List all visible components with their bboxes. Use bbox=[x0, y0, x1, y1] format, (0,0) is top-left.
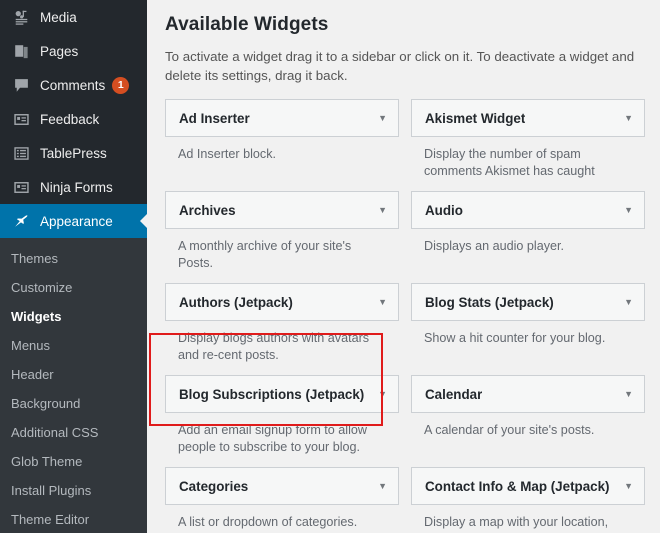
sidebar-item-label: Media bbox=[40, 9, 77, 25]
widget-card-calendar[interactable]: Calendar ▼ A calendar of your site's pos… bbox=[411, 375, 645, 456]
widget-header[interactable]: Ad Inserter ▼ bbox=[165, 99, 399, 137]
sidebar-item-media[interactable]: Media bbox=[0, 0, 147, 34]
sidebar-subitem-theme-editor[interactable]: Theme Editor bbox=[0, 505, 147, 533]
widget-description: Display blogs authors with avatars and r… bbox=[178, 331, 370, 362]
widget-card-blog-subscriptions-jetpack[interactable]: Blog Subscriptions (Jetpack) ▼ Add an em… bbox=[165, 375, 399, 456]
widget-card-archives[interactable]: Archives ▼ A monthly archive of your sit… bbox=[165, 191, 399, 272]
tablepress-icon bbox=[11, 143, 31, 163]
widget-card-authors-jetpack[interactable]: Authors (Jetpack) ▼ Display blogs author… bbox=[165, 283, 399, 364]
widget-description: Displays an audio player. bbox=[424, 239, 565, 253]
chevron-down-icon[interactable]: ▼ bbox=[624, 389, 633, 399]
wordpress-admin-screen: Media Pages Comments 1 Feedback TablePre… bbox=[0, 0, 660, 533]
widget-title: Akismet Widget bbox=[425, 110, 526, 126]
chevron-down-icon[interactable]: ▼ bbox=[624, 205, 633, 215]
widget-title: Contact Info & Map (Jetpack) bbox=[425, 478, 610, 494]
widget-header[interactable]: Authors (Jetpack) ▼ bbox=[165, 283, 399, 321]
widget-card-contact-info-map-jetpack[interactable]: Contact Info & Map (Jetpack) ▼ Display a… bbox=[411, 467, 645, 533]
chevron-down-icon[interactable]: ▼ bbox=[378, 389, 387, 399]
widget-card-audio[interactable]: Audio ▼ Displays an audio player. bbox=[411, 191, 645, 272]
widget-header[interactable]: Blog Subscriptions (Jetpack) ▼ bbox=[165, 375, 399, 413]
widget-description: Display the number of spam comments Akis… bbox=[424, 147, 595, 178]
sidebar-item-label: Comments bbox=[40, 77, 106, 93]
widget-description: A calendar of your site's posts. bbox=[424, 423, 595, 437]
widget-description: Show a hit counter for your blog. bbox=[424, 331, 606, 345]
chevron-down-icon[interactable]: ▼ bbox=[378, 205, 387, 215]
widget-card-blog-stats-jetpack[interactable]: Blog Stats (Jetpack) ▼ Show a hit counte… bbox=[411, 283, 645, 364]
comments-icon bbox=[11, 75, 31, 95]
sidebar-item-label: Feedback bbox=[40, 111, 100, 127]
chevron-down-icon[interactable]: ▼ bbox=[378, 481, 387, 491]
widget-title: Calendar bbox=[425, 386, 483, 402]
ninja-forms-icon bbox=[11, 177, 31, 197]
sidebar-item-appearance[interactable]: Appearance bbox=[0, 204, 147, 238]
page-description: To activate a widget drag it to a sideba… bbox=[165, 49, 635, 83]
pages-icon bbox=[11, 41, 31, 61]
sidebar-subitem-additional-css[interactable]: Additional CSS bbox=[0, 418, 147, 447]
sidebar-subitem-menus[interactable]: Menus bbox=[0, 331, 147, 360]
sidebar-subitem-themes[interactable]: Themes bbox=[0, 244, 147, 273]
widget-title: Blog Stats (Jetpack) bbox=[425, 294, 554, 310]
widget-card-categories[interactable]: Categories ▼ A list or dropdown of categ… bbox=[165, 467, 399, 533]
widget-title: Audio bbox=[425, 202, 463, 218]
widget-header[interactable]: Contact Info & Map (Jetpack) ▼ bbox=[411, 467, 645, 505]
sidebar-subitem-background[interactable]: Background bbox=[0, 389, 147, 418]
widget-header[interactable]: Calendar ▼ bbox=[411, 375, 645, 413]
chevron-down-icon[interactable]: ▼ bbox=[378, 113, 387, 123]
widget-description: Add an email signup form to allow people… bbox=[178, 423, 368, 454]
chevron-down-icon[interactable]: ▼ bbox=[624, 297, 633, 307]
widget-title: Authors (Jetpack) bbox=[179, 294, 293, 310]
widget-description: Display a map with your location, hours,… bbox=[424, 515, 609, 533]
widget-header[interactable]: Archives ▼ bbox=[165, 191, 399, 229]
sidebar-item-label: TablePress bbox=[40, 145, 107, 161]
available-widgets-grid: Ad Inserter ▼ Ad Inserter block. Akismet… bbox=[165, 99, 660, 533]
sidebar-item-comments[interactable]: Comments 1 bbox=[0, 68, 147, 102]
sidebar-subitem-glob-theme[interactable]: Glob Theme bbox=[0, 447, 147, 476]
sidebar-item-feedback[interactable]: Feedback bbox=[0, 102, 147, 136]
sidebar-subitem-install-plugins[interactable]: Install Plugins bbox=[0, 476, 147, 505]
page-title: Available Widgets bbox=[165, 14, 329, 35]
sidebar-item-pages[interactable]: Pages bbox=[0, 34, 147, 68]
sidebar-menu-top: Media Pages Comments 1 Feedback TablePre… bbox=[0, 0, 147, 238]
widget-description: Ad Inserter block. bbox=[178, 147, 276, 161]
sidebar-subitem-widgets[interactable]: Widgets bbox=[0, 302, 147, 331]
sidebar-subitem-header[interactable]: Header bbox=[0, 360, 147, 389]
chevron-down-icon[interactable]: ▼ bbox=[624, 113, 633, 123]
widget-description: A list or dropdown of categories. bbox=[178, 515, 358, 529]
widget-title: Categories bbox=[179, 478, 249, 494]
admin-sidebar: Media Pages Comments 1 Feedback TablePre… bbox=[0, 0, 147, 533]
widget-header[interactable]: Categories ▼ bbox=[165, 467, 399, 505]
sidebar-item-tablepress[interactable]: TablePress bbox=[0, 136, 147, 170]
media-icon bbox=[11, 7, 31, 27]
feedback-icon bbox=[11, 109, 31, 129]
sidebar-subitem-customize[interactable]: Customize bbox=[0, 273, 147, 302]
appearance-submenu: Themes Customize Widgets Menus Header Ba… bbox=[0, 238, 147, 533]
appearance-pin-icon bbox=[11, 211, 31, 231]
comments-count-badge: 1 bbox=[112, 76, 130, 94]
sidebar-item-label: Appearance bbox=[40, 213, 113, 229]
widget-header[interactable]: Audio ▼ bbox=[411, 191, 645, 229]
widget-header[interactable]: Akismet Widget ▼ bbox=[411, 99, 645, 137]
widget-description: A monthly archive of your site's Posts. bbox=[178, 239, 352, 270]
widgets-page: Available Widgets To activate a widget d… bbox=[147, 0, 660, 533]
widget-card-akismet-widget[interactable]: Akismet Widget ▼ Display the number of s… bbox=[411, 99, 645, 180]
sidebar-item-ninja-forms[interactable]: Ninja Forms bbox=[0, 170, 147, 204]
widget-card-ad-inserter[interactable]: Ad Inserter ▼ Ad Inserter block. bbox=[165, 99, 399, 180]
widget-header[interactable]: Blog Stats (Jetpack) ▼ bbox=[411, 283, 645, 321]
widget-title: Archives bbox=[179, 202, 236, 218]
chevron-down-icon[interactable]: ▼ bbox=[378, 297, 387, 307]
chevron-down-icon[interactable]: ▼ bbox=[624, 481, 633, 491]
sidebar-item-label: Ninja Forms bbox=[40, 179, 113, 195]
widget-title: Blog Subscriptions (Jetpack) bbox=[179, 386, 365, 402]
widget-title: Ad Inserter bbox=[179, 110, 250, 126]
sidebar-item-label: Pages bbox=[40, 43, 79, 59]
